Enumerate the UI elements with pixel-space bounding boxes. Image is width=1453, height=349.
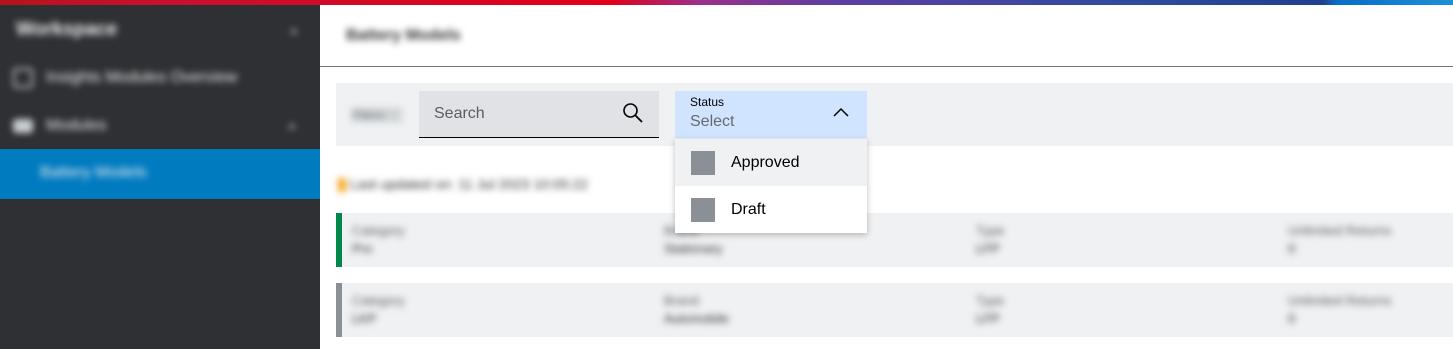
search-input[interactable] (434, 105, 614, 123)
status-option-approved[interactable]: Approved (675, 139, 867, 186)
card-field: Brand Automobile (664, 293, 730, 326)
checkbox[interactable] (691, 198, 715, 222)
sidebar: Workspace ▲ Insights Modules Overview Mo… (0, 5, 320, 349)
status-option-draft[interactable]: Draft (675, 186, 867, 233)
card-field: Type LFP (976, 293, 1005, 326)
sidebar-item-modules[interactable]: Modules ▲ (0, 104, 320, 150)
filter-label-text: Filters (352, 108, 385, 122)
card-field: Category LKP (352, 293, 405, 326)
chevron-up-icon[interactable]: ▲ (288, 23, 300, 37)
page-header: Battery Models (320, 5, 1453, 67)
status-dropdown-menu: Approved Draft (675, 139, 867, 233)
sidebar-item-battery-models[interactable]: Battery Models (0, 149, 320, 199)
document-icon (13, 68, 33, 88)
status-select-label: Status (690, 95, 725, 109)
checkbox[interactable] (691, 151, 715, 175)
sidebar-item-label: Modules (46, 117, 107, 134)
status-accent-bar (336, 213, 342, 267)
sidebar-title: Workspace (16, 19, 118, 40)
status-accent-bar (336, 283, 342, 337)
option-label: Draft (731, 201, 766, 218)
battery-model-card[interactable]: CategoryPro BrandStationary TypeLFP Unli… (336, 213, 1453, 267)
sidebar-item-label: Insights Modules Overview (46, 69, 238, 86)
card-field: Unlimited Returns 0 (1288, 223, 1392, 256)
status-select-value: Select (690, 113, 735, 130)
card-field: Unlimited Returns 0 (1288, 293, 1392, 326)
box-icon (13, 119, 33, 133)
filter-toolbar: Filters Status Select (336, 83, 1453, 146)
last-updated-text: Last updated on: 11 Jul 2023 10:05:22 (350, 176, 588, 192)
status-select[interactable]: Status Select (675, 91, 867, 138)
option-label: Approved (731, 154, 800, 171)
page-title: Battery Models (346, 27, 461, 44)
card-field: Category Pro (352, 223, 405, 256)
info-icon (338, 178, 346, 193)
sidebar-item-overview[interactable]: Insights Modules Overview (0, 56, 320, 102)
battery-model-card[interactable]: Category LKP Brand Automobile Type LFP Unli… (336, 283, 1453, 337)
chevron-up-icon[interactable] (833, 107, 849, 117)
search-field[interactable] (419, 91, 659, 138)
sidebar-item-label: Battery Models (40, 164, 147, 181)
last-updated-info: Last updated on: 11 Jul 2023 10:05:22 (338, 176, 588, 193)
filter-label: Filters (352, 108, 402, 122)
search-icon[interactable] (621, 101, 645, 125)
chevron-up-icon: ▲ (286, 118, 298, 132)
card-field: Type LFP (976, 223, 1005, 256)
